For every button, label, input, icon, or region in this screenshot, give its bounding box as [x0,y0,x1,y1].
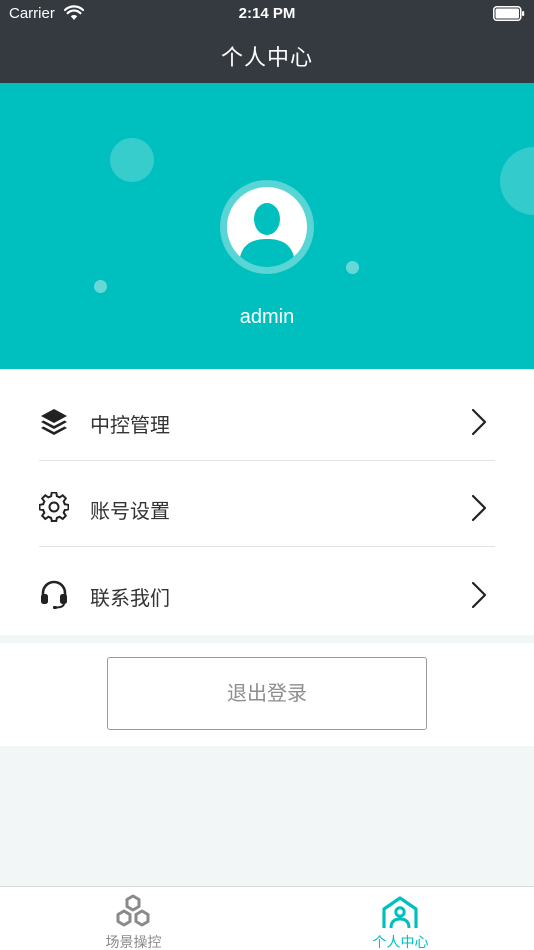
layers-icon [41,409,67,435]
decorative-bubble [500,147,534,215]
battery-icon [493,6,525,21]
tab-bar: 场景操控 个人中心 [0,886,534,950]
decorative-bubble [110,138,154,182]
tab-personal-center[interactable]: 个人中心 [267,887,534,950]
chevron-right-icon [471,408,487,436]
status-bar: Carrier 2:14 PM [0,0,534,28]
chevron-right-icon [471,581,487,609]
chevron-right-icon [471,494,487,522]
user-silhouette-icon [239,203,295,267]
menu-item-label: 中控管理 [90,413,170,437]
menu-item-label: 联系我们 [90,586,170,610]
decorative-bubble [94,280,107,293]
tab-scene-control[interactable]: 场景操控 [0,887,267,950]
headset-icon [41,580,67,609]
gear-icon [39,492,69,522]
home-person-icon [382,896,418,929]
menu-item-contact-us[interactable]: 联系我们 [0,546,534,632]
avatar[interactable] [220,180,314,274]
logout-button[interactable]: 退出登录 [107,657,427,730]
settings-menu: 中控管理 账号设置 联系我们 [0,369,534,635]
menu-item-label: 账号设置 [90,499,170,523]
profile-header: admin [0,83,534,369]
navigation-bar: 个人中心 [0,28,534,83]
status-time: 2:14 PM [238,5,296,22]
menu-item-account-settings[interactable]: 账号设置 [0,459,534,545]
avatar-image [227,187,307,267]
decorative-bubble [346,261,359,274]
tab-label: 场景操控 [105,935,162,950]
page-title: 个人中心 [220,46,313,71]
hexagons-icon [116,894,150,927]
username: admin [239,306,295,328]
logout-section: 退出登录 [0,643,534,746]
menu-item-central-control[interactable]: 中控管理 [0,373,534,459]
tab-label: 个人中心 [372,935,429,950]
